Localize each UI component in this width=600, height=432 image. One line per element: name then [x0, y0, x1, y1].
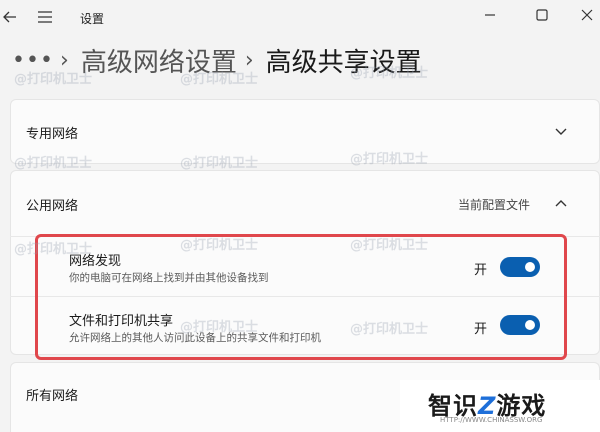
- page-title: 高级共享设置: [265, 47, 422, 78]
- divider: [10, 296, 600, 297]
- logo-url: HTTP://WWW.CHINASSW.ORG: [440, 416, 543, 424]
- file-printer-sharing-toggle[interactable]: [500, 315, 540, 335]
- close-icon[interactable]: [577, 5, 597, 25]
- chevron-down-icon[interactable]: [554, 127, 568, 137]
- hamburger-menu-icon[interactable]: [38, 11, 52, 23]
- divider: [10, 236, 600, 237]
- minimize-icon[interactable]: [480, 5, 500, 25]
- breadcrumb-item-advanced-network[interactable]: 高级网络设置: [81, 42, 237, 79]
- toggle-knob: [525, 262, 535, 272]
- toggle-knob: [525, 320, 535, 330]
- section-label-all: 所有网络: [26, 389, 79, 404]
- breadcrumb-separator: ›: [60, 47, 69, 73]
- chevron-up-icon[interactable]: [554, 198, 568, 208]
- setting-description: 允许网络上的其他人访问此设备上的共享文件和打印机: [69, 332, 321, 344]
- section-private-network[interactable]: 专用网络: [10, 99, 600, 164]
- breadcrumb-more-button[interactable]: •••: [12, 48, 53, 73]
- current-profile-label: 当前配置文件: [458, 198, 531, 212]
- setting-description: 你的电脑可在网络上找到并由其他设备找到: [69, 272, 269, 284]
- back-arrow-icon[interactable]: [2, 9, 18, 25]
- toggle-state-label: 开: [474, 263, 488, 278]
- maximize-icon[interactable]: [532, 5, 552, 25]
- window-title: 设置: [80, 12, 105, 26]
- breadcrumb: ••• › 高级网络设置 › 高级共享设置: [12, 40, 422, 80]
- network-discovery-toggle[interactable]: [500, 257, 540, 277]
- setting-title: 网络发现: [69, 254, 122, 269]
- title-bar: 设置: [0, 0, 600, 36]
- site-logo: 智识Z游戏 HTTP://WWW.CHINASSW.ORG: [400, 380, 600, 432]
- setting-title: 文件和打印机共享: [69, 314, 174, 329]
- toggle-state-label: 开: [474, 322, 488, 337]
- section-label-private: 专用网络: [26, 127, 79, 142]
- section-label-public: 公用网络: [26, 199, 79, 214]
- breadcrumb-separator: ›: [244, 47, 254, 73]
